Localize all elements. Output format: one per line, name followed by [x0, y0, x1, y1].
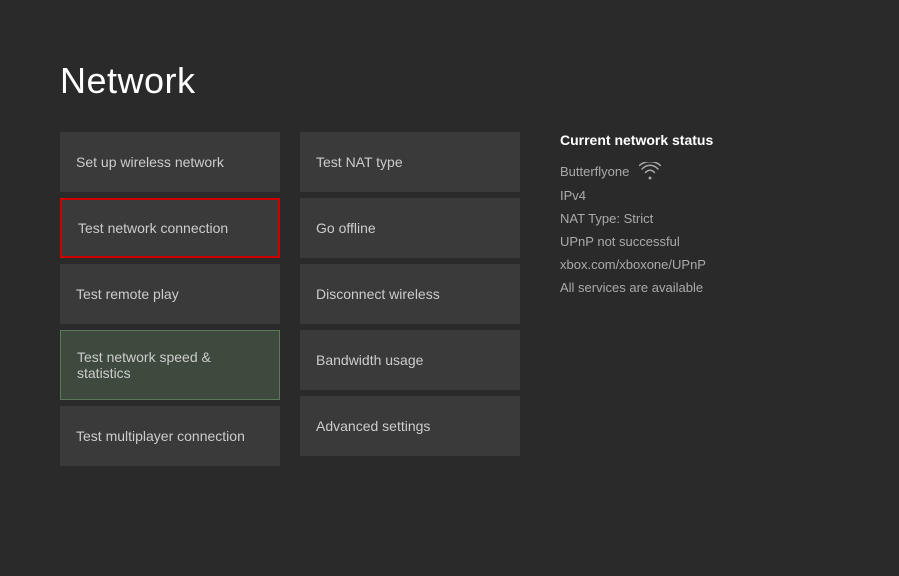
right-menu-item-test-nat[interactable]: Test NAT type [300, 132, 520, 192]
page-title: Network [60, 60, 839, 102]
wifi-icon [639, 162, 661, 180]
status-item-label-ip-version: IPv4 [560, 188, 586, 203]
left-menu-item-setup-wireless[interactable]: Set up wireless network [60, 132, 280, 192]
status-item-label-upnp-url: xbox.com/xboxone/UPnP [560, 257, 706, 272]
right-column: Test NAT typeGo offlineDisconnect wirele… [300, 132, 520, 536]
status-item-label-services-status: All services are available [560, 280, 703, 295]
status-column: Current network status Butterflyone IPv4 N… [540, 132, 839, 536]
page-container: Network Set up wireless networkTest netw… [0, 0, 899, 576]
status-item-label-upnp-status: UPnP not successful [560, 234, 680, 249]
status-item-upnp-status: UPnP not successful [560, 234, 839, 249]
status-item-ip-version: IPv4 [560, 188, 839, 203]
left-menu-item-test-network-speed[interactable]: Test network speed & statistics [60, 330, 280, 400]
status-items-container: Butterflyone IPv4 NAT Type: Strict UPnP not… [560, 162, 839, 295]
content-area: Set up wireless networkTest network conn… [60, 132, 839, 536]
status-item-label-network-name: Butterflyone [560, 164, 629, 179]
left-menu-item-test-remote-play[interactable]: Test remote play [60, 264, 280, 324]
left-menu-item-test-network-connection[interactable]: Test network connection [60, 198, 280, 258]
right-menu-item-advanced-settings[interactable]: Advanced settings [300, 396, 520, 456]
status-item-upnp-url: xbox.com/xboxone/UPnP [560, 257, 839, 272]
status-item-network-name: Butterflyone [560, 162, 839, 180]
left-column: Set up wireless networkTest network conn… [60, 132, 280, 536]
status-title: Current network status [560, 132, 839, 148]
status-item-label-nat-type: NAT Type: Strict [560, 211, 653, 226]
status-item-services-status: All services are available [560, 280, 839, 295]
left-menu-item-test-multiplayer[interactable]: Test multiplayer connection [60, 406, 280, 466]
status-item-nat-type: NAT Type: Strict [560, 211, 839, 226]
right-menu-item-bandwidth-usage[interactable]: Bandwidth usage [300, 330, 520, 390]
right-menu-item-go-offline[interactable]: Go offline [300, 198, 520, 258]
right-menu-item-disconnect-wireless[interactable]: Disconnect wireless [300, 264, 520, 324]
